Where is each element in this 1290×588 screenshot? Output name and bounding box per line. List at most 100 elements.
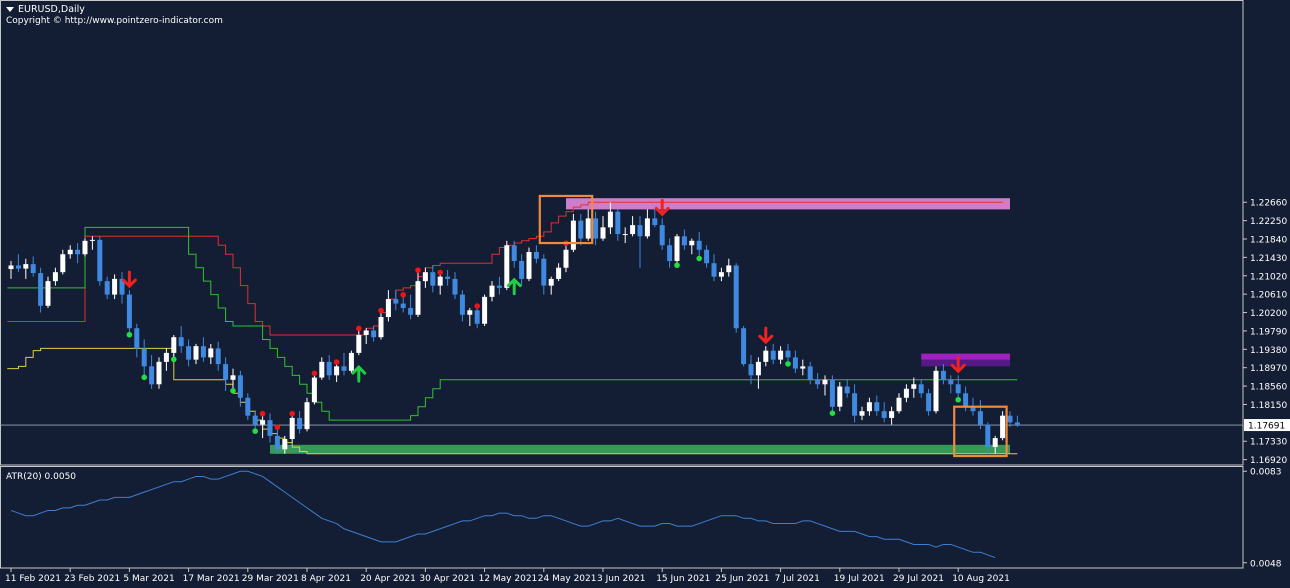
candle-body <box>45 281 51 306</box>
candle-body <box>644 218 650 237</box>
candle-body <box>556 267 562 279</box>
candle-body <box>489 285 495 297</box>
candle-body <box>319 361 325 378</box>
upper-signal-dot <box>400 292 407 298</box>
candle-body <box>985 424 991 448</box>
candle-body <box>334 366 340 376</box>
candle-body <box>600 227 606 239</box>
candle-body <box>267 420 273 436</box>
date-tick-label: 29 Mar 2021 <box>242 574 299 584</box>
candle-body <box>112 278 118 295</box>
candle-body <box>511 245 517 261</box>
date-tick-label: 11 Feb 2021 <box>5 574 61 584</box>
candle-body <box>171 337 177 353</box>
candle-body <box>778 350 784 360</box>
candle-body <box>252 415 258 425</box>
candle-body <box>1014 422 1020 426</box>
price-pane-frame <box>0 0 1244 466</box>
atr-line <box>10 470 996 559</box>
candle-body <box>852 393 858 416</box>
candle-body <box>770 350 776 360</box>
candle-body <box>792 357 798 369</box>
candle-body <box>704 249 710 264</box>
candle-body <box>881 411 887 418</box>
date-tick-label: 8 Apr 2021 <box>301 574 351 584</box>
date-tick-label: 20 Apr 2021 <box>360 574 416 584</box>
candle-body <box>548 278 554 286</box>
lower-signal-dot <box>785 361 791 367</box>
candle-body <box>245 397 251 416</box>
candle-body <box>667 245 673 261</box>
candle-body <box>348 352 354 371</box>
candle-body <box>23 264 29 269</box>
candle-body <box>681 236 687 246</box>
upper-signal-dot <box>474 303 481 309</box>
candle-body <box>215 348 221 365</box>
candle-body <box>911 384 917 389</box>
date-tick-label: 15 Jun 2021 <box>656 574 710 584</box>
down-arrow-icon <box>758 326 774 345</box>
atr-pane-frame <box>0 466 1244 569</box>
upper-signal-dot <box>259 410 266 417</box>
price-tick-label: 1.20200 <box>1250 309 1287 319</box>
candle-body <box>837 386 843 407</box>
atr-tick-label: 0.0083 <box>1250 468 1282 478</box>
candle-body <box>607 211 613 228</box>
date-tick-label: 30 Apr 2021 <box>419 574 475 584</box>
candle-body <box>430 272 436 286</box>
upper-signal-dot <box>378 307 384 314</box>
candle-body <box>741 328 747 365</box>
candle-body <box>163 352 169 362</box>
candle-body <box>533 252 539 259</box>
candle-body <box>1000 415 1006 439</box>
up-arrow-icon <box>351 365 367 383</box>
candle-body <box>859 411 865 416</box>
candle-body <box>311 377 317 403</box>
candle-body <box>866 402 872 412</box>
candle-body <box>97 239 103 282</box>
candle-body <box>541 258 547 286</box>
date-tick-label: 25 Jun 2021 <box>715 574 769 584</box>
candle-body <box>467 310 473 315</box>
date-tick-label: 19 Jul 2021 <box>834 574 885 584</box>
date-tick-label: 12 May 2021 <box>479 574 538 584</box>
candle-body <box>474 310 480 324</box>
date-tick-label: 5 Mar 2021 <box>123 574 174 584</box>
candle-body <box>526 252 532 279</box>
candle-body <box>289 417 295 439</box>
upper-signal-dot <box>415 267 421 273</box>
candle-body <box>659 225 665 246</box>
candle-body <box>955 384 961 394</box>
candle-body <box>896 397 902 412</box>
lower-signal-dot <box>829 410 836 416</box>
date-tick-label: 29 Jul 2021 <box>893 574 944 584</box>
candle-body <box>282 438 288 450</box>
candle-body <box>977 411 983 425</box>
price-tick-label: 1.19790 <box>1250 327 1287 337</box>
candle-body <box>415 281 421 315</box>
candle-body <box>1007 415 1013 423</box>
lower-signal-dot <box>126 331 133 338</box>
price-tick-label: 1.22660 <box>1250 199 1287 209</box>
candle-body <box>622 234 628 236</box>
price-chart[interactable]: 1.22660 1.22250 1.21840 1.21430 1.21020 1.206… <box>0 0 1290 588</box>
candle-body <box>230 375 236 380</box>
candle-body <box>674 236 680 261</box>
candle-body <box>393 299 399 304</box>
candle-body <box>748 364 754 376</box>
candle-body <box>304 402 310 430</box>
candle-body <box>615 211 621 235</box>
candle-body <box>30 264 36 274</box>
candle-body <box>15 265 21 269</box>
price-tick-label: 1.20610 <box>1250 291 1287 301</box>
candle-body <box>200 346 206 358</box>
candle-body <box>578 220 584 239</box>
candle-body <box>126 294 132 329</box>
candle-body <box>563 249 569 268</box>
candle-body <box>807 366 813 380</box>
candle-body <box>363 330 369 335</box>
candle-body <box>408 308 414 315</box>
candle-body <box>570 220 576 250</box>
candle-body <box>178 337 184 347</box>
candle-body <box>8 265 14 270</box>
